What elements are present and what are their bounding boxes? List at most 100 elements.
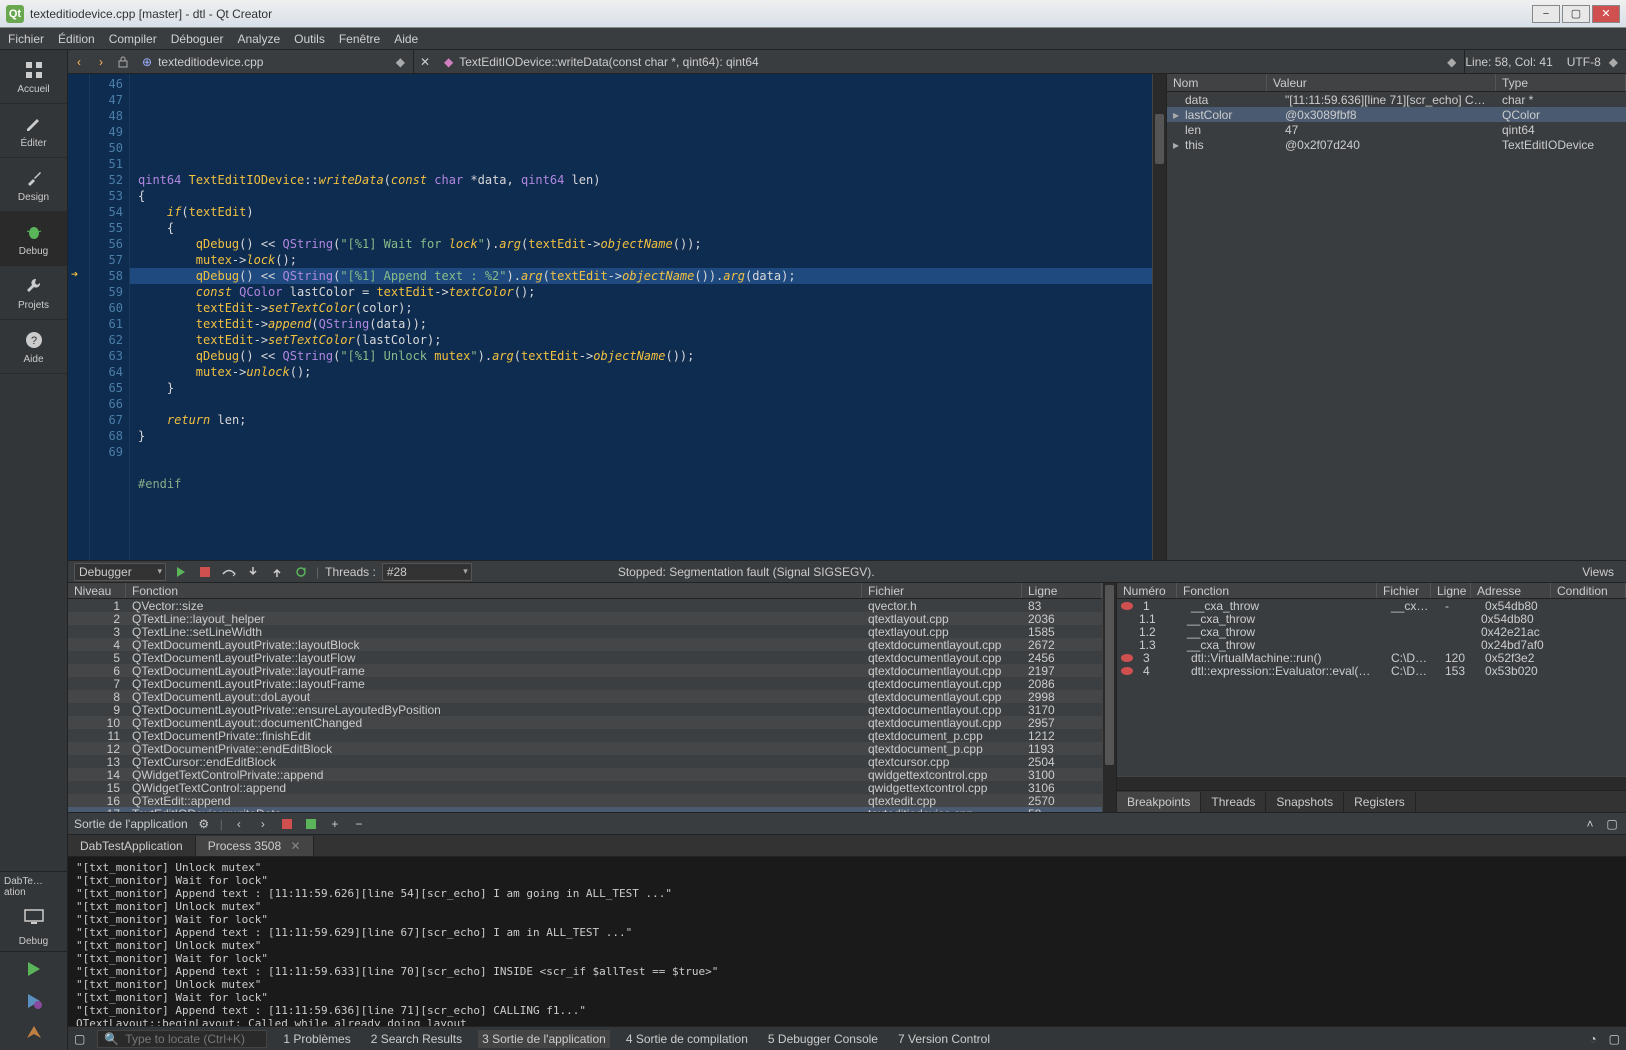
tab-threads[interactable]: Threads [1201,792,1266,812]
run-kit-selector[interactable]: DabTe…ation Debug [0,871,67,951]
maximize-button[interactable]: ▢ [1562,5,1590,23]
breakpoint-row[interactable]: 1.1__cxa_throw0x54db80 [1117,612,1626,625]
breakpoints-hscroll[interactable] [1117,776,1626,790]
stack-row[interactable]: 9QTextDocumentLayoutPrivate::ensureLayou… [68,703,1102,716]
file-selector[interactable]: ⊕ texteditiodevice.cpp ◆ [134,50,414,73]
close-button[interactable]: ✕ [1592,5,1620,23]
step-out-button[interactable] [268,563,286,581]
application-output[interactable]: "[txt_monitor] Unlock mutex" "[txt_monit… [68,856,1626,1026]
prev-button[interactable]: ‹ [231,816,247,832]
menu-aide[interactable]: Aide [394,32,418,46]
sidebar-item-éditer[interactable]: Éditer [0,104,67,158]
stop-button[interactable] [196,563,214,581]
menu-outils[interactable]: Outils [294,32,325,46]
lock-icon[interactable] [112,51,134,73]
stack-row[interactable]: 5QTextDocumentLayoutPrivate::layoutFlowq… [68,651,1102,664]
debug-run-button[interactable] [21,988,47,1014]
breakpoints-header[interactable]: Numéro Fonction Fichier Ligne Adresse Co… [1117,583,1626,599]
progress-icon[interactable]: ◔ [1589,1032,1596,1046]
breakpoint-row[interactable]: 1.2__cxa_throw0x42e21ac [1117,625,1626,638]
dropdown-icon[interactable]: ◆ [1609,55,1618,69]
menu-analyze[interactable]: Analyze [237,32,280,46]
stack-row[interactable]: 4QTextDocumentLayoutPrivate::layoutBlock… [68,638,1102,651]
menu-compiler[interactable]: Compiler [109,32,157,46]
stack-row[interactable]: 13QTextCursor::endEditBlockqtextcursor.c… [68,755,1102,768]
expand-icon[interactable]: ▸ [1167,108,1179,122]
locals-header-value[interactable]: Valeur [1267,74,1496,91]
menu-édition[interactable]: Édition [58,32,95,46]
breakpoint-row[interactable]: 3dtl::VirtualMachine::run()C:\Dat…1200x5… [1117,651,1626,664]
debugger-selector[interactable]: Debugger [74,563,166,581]
output-tab[interactable]: DabTestApplication [68,836,196,856]
stack-row[interactable]: 7QTextDocumentLayoutPrivate::layoutFrame… [68,677,1102,690]
next-button[interactable]: › [255,816,271,832]
bottom-panel-5[interactable]: 5 Debugger Console [764,1030,882,1048]
tab-registers[interactable]: Registers [1344,792,1416,812]
encoding-indicator[interactable]: UTF-8 [1567,55,1601,69]
build-button[interactable] [21,1020,47,1046]
split-close-button[interactable]: ✕ [414,51,436,73]
stack-row[interactable]: 11QTextDocumentPrivate::finishEditqtextd… [68,729,1102,742]
restart-button[interactable] [292,563,310,581]
bottom-panel-7[interactable]: 7 Version Control [894,1030,994,1048]
stack-scrollbar[interactable] [1102,583,1116,812]
bottom-panel-4[interactable]: 4 Sortie de compilation [622,1030,752,1048]
bottom-panel-3[interactable]: 3 Sortie de l'application [478,1030,610,1048]
locals-row[interactable]: ▸lastColor@0x3089fbf8QColor [1167,107,1626,122]
sidebar-item-projets[interactable]: Projets [0,266,67,320]
stack-header[interactable]: Niveau Fonction Fichier Ligne [68,583,1102,599]
editor-scrollbar[interactable] [1152,74,1166,560]
expand-icon[interactable]: ˄ [1582,816,1598,832]
stack-row[interactable]: 2QTextLine::layout_helperqtextlayout.cpp… [68,612,1102,625]
views-button[interactable]: Views [1576,565,1620,579]
nav-back-button[interactable]: ‹ [68,51,90,73]
expand-icon[interactable]: ▸ [1167,138,1179,152]
bottom-panel-2[interactable]: 2 Search Results [367,1030,466,1048]
thread-selector[interactable]: #28 [382,563,472,581]
nav-forward-button[interactable]: › [90,51,112,73]
stack-row[interactable]: 15QWidgetTextControl::appendqwidgettextc… [68,781,1102,794]
stack-row[interactable]: 12QTextDocumentPrivate::endEditBlockqtex… [68,742,1102,755]
toggle-right-sidebar-button[interactable]: ▢ [1609,1032,1620,1046]
run-button[interactable] [21,956,47,982]
menu-fichier[interactable]: Fichier [8,32,44,46]
locals-row[interactable]: ▸this@0x2f07d240TextEditIODevice [1167,137,1626,152]
locator-input[interactable]: 🔍 Type to locate (Ctrl+K) [97,1030,267,1048]
toggle-sidebar-button[interactable]: ▢ [74,1032,85,1046]
line-col-indicator[interactable]: Line: 58, Col: 41 [1465,55,1552,69]
locals-row[interactable]: data"[11:11:59.636][line 71][scr_echo] C… [1167,92,1626,107]
close-panel-button[interactable]: ▢ [1604,816,1620,832]
stack-row[interactable]: 10QTextDocumentLayout::documentChangedqt… [68,716,1102,729]
line-number-gutter[interactable]: 4647484950515253545556575859606162636465… [90,74,130,560]
breakpoint-row[interactable]: 4dtl::expression::Evaluator::eval(QStrin… [1117,664,1626,677]
tab-breakpoints[interactable]: Breakpoints [1117,792,1201,812]
menu-fenêtre[interactable]: Fenêtre [339,32,380,46]
stack-row[interactable]: 16QTextEdit::appendqtextedit.cpp2570 [68,794,1102,807]
continue-button[interactable] [172,563,190,581]
locals-header-type[interactable]: Type [1496,74,1626,91]
output-tab[interactable]: Process 3508 ✕ [196,836,314,856]
dropdown-icon[interactable]: ◆ [1407,55,1456,69]
dropdown-icon[interactable]: ◆ [356,55,405,69]
sidebar-item-accueil[interactable]: Accueil [0,50,67,104]
bottom-panel-1[interactable]: 1 Problèmes [279,1030,354,1048]
close-icon[interactable]: ✕ [290,839,300,853]
stack-row[interactable]: 6QTextDocumentLayoutPrivate::layoutFrame… [68,664,1102,677]
filter-icon[interactable]: ⚙ [196,816,212,832]
stack-row[interactable]: 8QTextDocumentLayout::doLayoutqtextdocum… [68,690,1102,703]
tab-snapshots[interactable]: Snapshots [1266,792,1344,812]
code-editor[interactable]: ➔ 46474849505152535455565758596061626364… [68,74,1166,560]
menu-déboguer[interactable]: Déboguer [171,32,224,46]
locals-header-name[interactable]: Nom [1167,74,1267,91]
sidebar-item-debug[interactable]: Debug [0,212,67,266]
stack-row[interactable]: 14QWidgetTextControlPrivate::appendqwidg… [68,768,1102,781]
step-into-button[interactable] [244,563,262,581]
symbol-selector[interactable]: ◆ TextEditIODevice::writeData(const char… [436,50,1465,73]
sidebar-item-aide[interactable]: ?Aide [0,320,67,374]
locals-header[interactable]: Nom Valeur Type [1167,74,1626,92]
breakpoint-row[interactable]: 1__cxa_throw__cxa_…-0x54db80 [1117,599,1626,612]
stop-output-button[interactable] [303,816,319,832]
locals-row[interactable]: len47qint64 [1167,122,1626,137]
minimize-button[interactable]: − [1532,5,1560,23]
remove-button[interactable]: − [351,816,367,832]
